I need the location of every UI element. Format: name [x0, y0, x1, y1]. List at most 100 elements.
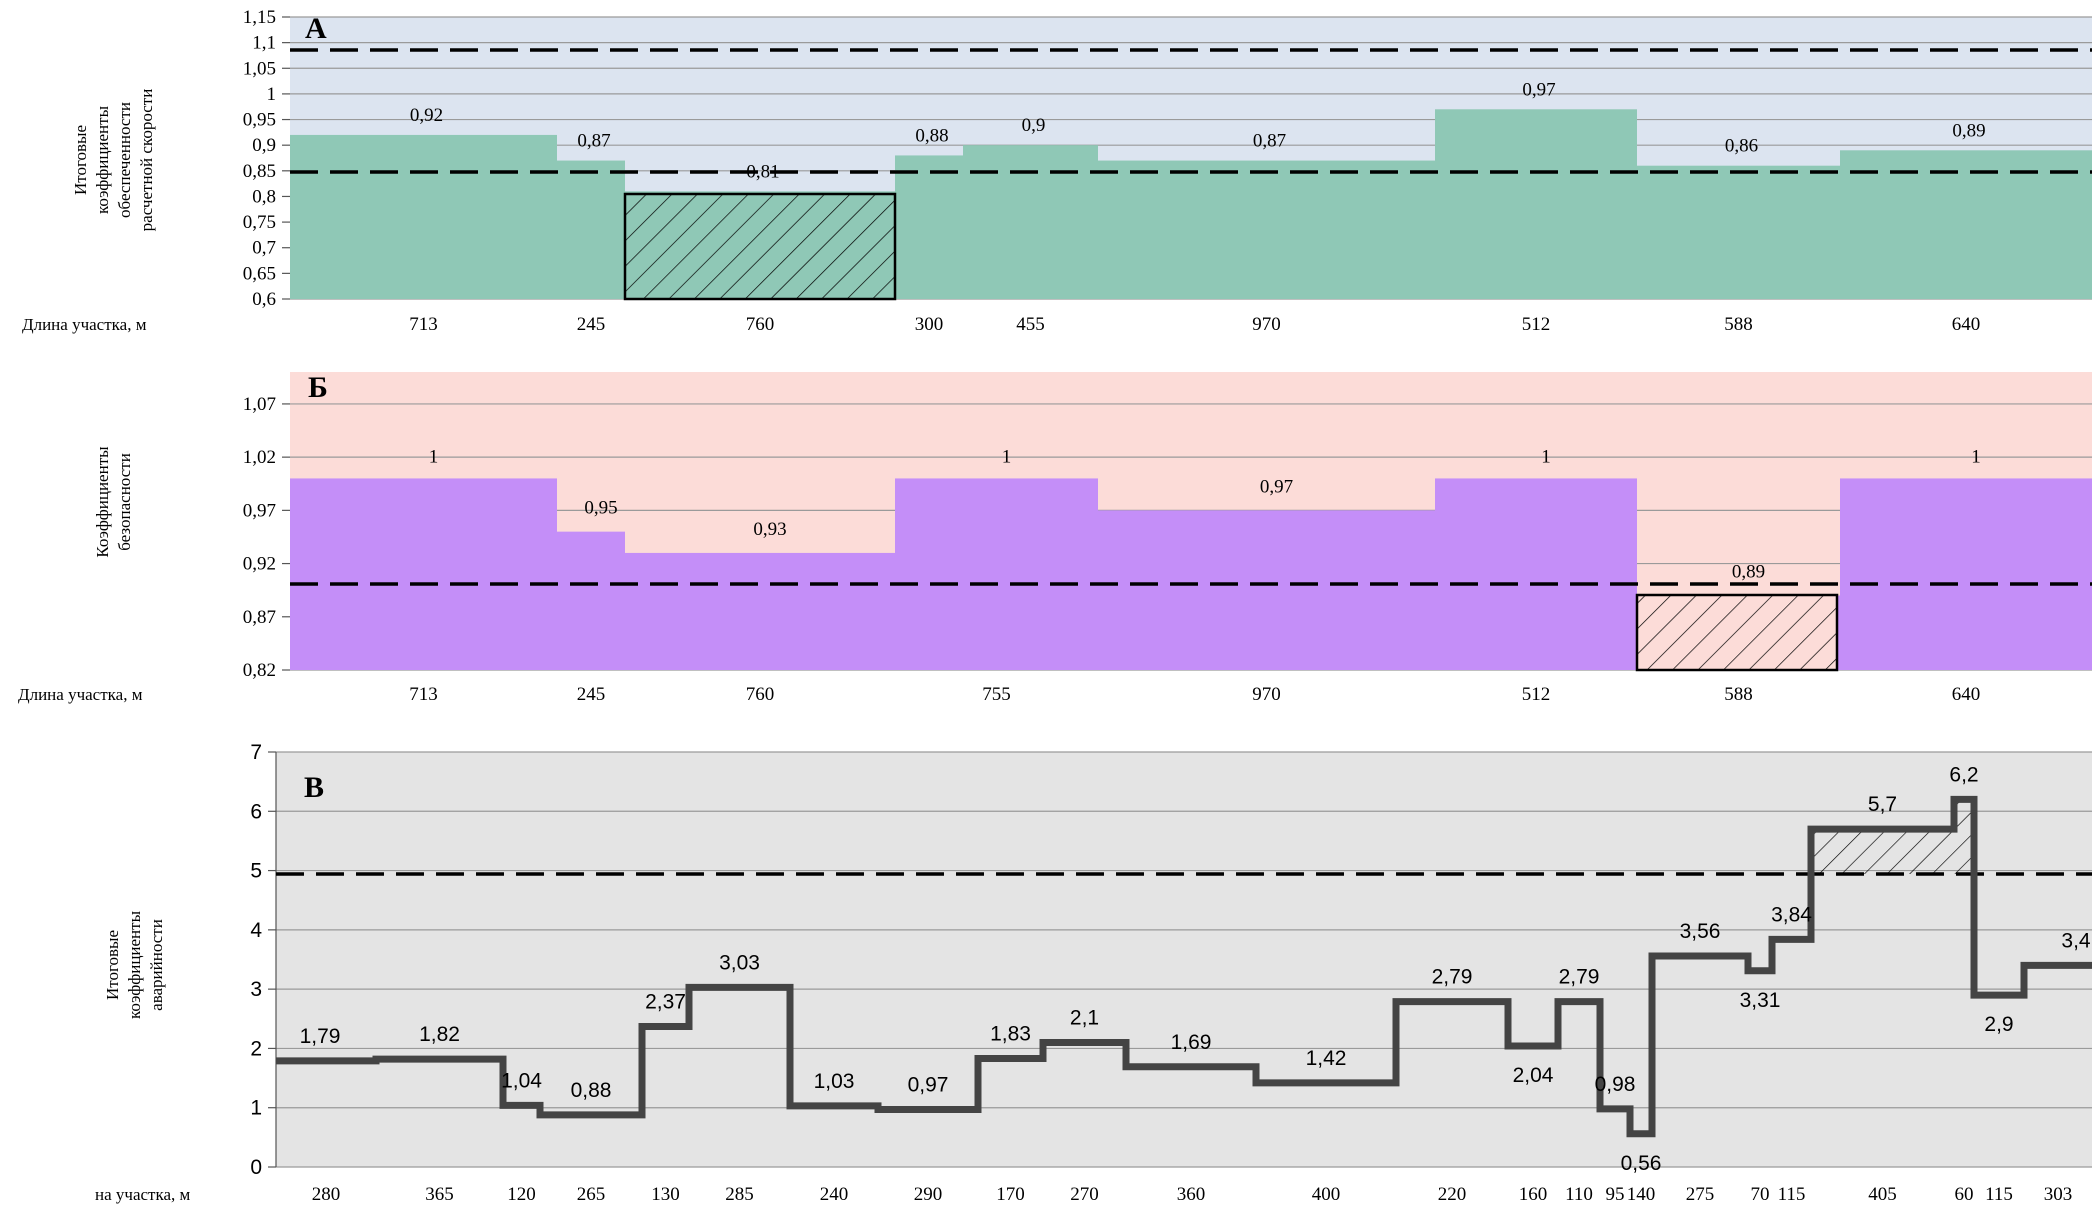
panel-b-x-tick-label: 760	[746, 684, 775, 705]
panel-b-data-label: 1	[1541, 446, 1551, 467]
panel-c-y-tick-label: 2	[250, 1037, 262, 1060]
panel-a-bar	[963, 145, 1098, 299]
panel-b-bar	[625, 552, 895, 670]
panel-a-bar	[895, 155, 963, 299]
panel-c-y-tick-label: 0	[250, 1156, 262, 1179]
panel-b-x-tick-label: 970	[1252, 684, 1281, 705]
panel-c-x-tick-label: 110	[1565, 1184, 1593, 1205]
panel-a-x-tick-label: 713	[409, 314, 438, 335]
panel-c-y-label-line: аварийности	[147, 919, 166, 1011]
panel-a-x-ticks: 713 245 760 300 455 970 512 588 640	[409, 314, 1980, 335]
panel-b-y-tick-label: 1,07	[243, 394, 276, 415]
panel-c-data-label: 6,2	[1949, 763, 1978, 786]
panel-a-data-label: 0,88	[915, 125, 948, 146]
panel-b-y-tick-label: 0,92	[243, 554, 276, 575]
panel-c-data-label: 0,56	[1621, 1152, 1662, 1175]
panel-c-x-label: на участка, м	[95, 1185, 191, 1204]
panel-c-data-label: 3,56	[1680, 920, 1721, 943]
panel-b-x-ticks: 713 245 760 755 970 512 588 640	[409, 684, 1980, 705]
panel-a-y-tick-label: 0,75	[243, 212, 276, 233]
panel-a-bar	[1637, 165, 1840, 299]
panel-c-data-label: 3,84	[1771, 903, 1812, 926]
panel-c-x-tick-label: 240	[820, 1184, 849, 1205]
panel-b-chart: 1 0,95 0,93 1 0,97 1 0,89 1 0,82 0,87 0,92 0,97 1,0…	[18, 371, 2092, 705]
panel-b-x-tick-label: 713	[409, 684, 438, 705]
panel-b-hatched-box	[1635, 593, 1839, 672]
panel-a-data-label: 0,81	[746, 161, 779, 182]
chart-figure: 0,920,870,810,88 0,90,870,970,860,89 0,60…	[18, 7, 2092, 1205]
panel-a-y-tick-label: 0,6	[252, 289, 276, 310]
panel-c-x-tick-label: 115	[1778, 1184, 1806, 1205]
panel-c-y-label-line: Итоговые	[103, 930, 122, 1000]
panel-c-y-tick-label: 7	[250, 741, 262, 764]
panel-b-x-label: Длина участка, м	[18, 685, 143, 704]
panel-c-x-tick-label: 115	[1985, 1184, 2013, 1205]
panel-b-bar	[1840, 478, 2092, 670]
panel-c-x-tick-label: 270	[1070, 1184, 1099, 1205]
panel-b-data-label: 0,97	[1260, 476, 1293, 497]
panel-b-x-tick-label: 640	[1952, 684, 1981, 705]
panel-c-data-label: 5,7	[1868, 793, 1897, 816]
panel-a-y-tick-label: 1,1	[252, 33, 276, 54]
panel-a-x-tick-label: 760	[746, 314, 775, 335]
panel-a-y-tick-label: 0,85	[243, 161, 276, 182]
panel-c-data-label: 2,37	[645, 990, 686, 1013]
panel-a-data-label: 0,86	[1725, 136, 1758, 157]
panel-b-data-label: 1	[429, 446, 439, 467]
panel-a-y-ticks: 0,6 0,65 0,7 0,75 0,8 0,85 0,9 0,95 1 1,05 1,1 1,15	[243, 7, 290, 310]
panel-a-x-tick-label: 970	[1252, 314, 1281, 335]
panel-c-plot-area	[276, 752, 2092, 1167]
panel-b-x-tick-label: 512	[1522, 684, 1551, 705]
panel-b-data-label: 0,95	[584, 498, 617, 519]
panel-c-data-label: 0,88	[571, 1079, 612, 1102]
panel-a-y-label-line: расчетной скорости	[137, 89, 156, 232]
panel-b-x-tick-label: 245	[577, 684, 606, 705]
panel-c-data-label: 1,04	[501, 1069, 542, 1092]
panel-b-data-label: 0,93	[753, 519, 786, 540]
panel-a-bar	[1435, 109, 1637, 299]
panel-c-y-ticks: 0 1 2 3 4 5 6 7	[250, 741, 276, 1179]
panel-c-x-tick-label: 405	[1868, 1184, 1897, 1205]
panel-b-bar	[1435, 478, 1637, 670]
panel-a-x-tick-label: 300	[915, 314, 944, 335]
panel-b-y-tick-label: 0,97	[243, 500, 276, 521]
panel-a-y-tick-label: 0,8	[252, 186, 276, 207]
panel-c-data-label: 0,98	[1595, 1073, 1636, 1096]
panel-a-x-tick-label: 512	[1522, 314, 1551, 335]
panel-c-x-tick-label: 365	[425, 1184, 454, 1205]
panel-c-data-label: 1,03	[814, 1070, 855, 1093]
panel-c-data-label: 3,4	[2061, 929, 2091, 952]
panel-c-x-tick-label: 220	[1438, 1184, 1467, 1205]
panel-b-data-label: 1	[1002, 446, 1012, 467]
panel-a-chart: 0,920,870,810,88 0,90,870,970,860,89 0,60…	[22, 7, 2092, 335]
panel-c-data-label: 2,9	[1984, 1013, 2013, 1036]
panel-a-y-tick-label: 1,15	[243, 7, 276, 28]
panel-a-x-tick-label: 588	[1724, 314, 1753, 335]
panel-b-bar	[895, 478, 1098, 670]
panel-a-y-tick-label: 1	[267, 84, 277, 105]
panel-c-letter: В	[304, 771, 324, 804]
panel-c-x-tick-label: 160	[1519, 1184, 1548, 1205]
panel-c-data-label: 2,04	[1513, 1064, 1554, 1087]
panel-b-y-ticks: 0,82 0,87 0,92 0,97 1,02 1,07	[243, 394, 290, 681]
panel-a-y-label-line: обеспеченности	[115, 102, 134, 218]
panel-c-data-label: 2,79	[1559, 966, 1600, 989]
panel-a-bar	[1098, 160, 1435, 299]
panel-b-data-label: 0,89	[1732, 562, 1765, 583]
panel-b-letter: Б	[308, 371, 328, 404]
panel-c-x-tick-label: 303	[2044, 1184, 2073, 1205]
panel-a-data-label: 0,97	[1522, 79, 1555, 100]
panel-c-y-label-line: коэффициенты	[125, 910, 144, 1019]
panel-c-x-tick-label: 280	[312, 1184, 341, 1205]
panel-a-y-tick-label: 0,95	[243, 110, 276, 131]
panel-c-y-label: Итоговые коэффициенты аварийности	[103, 910, 166, 1019]
panel-a-data-label: 0,9	[1022, 115, 1046, 136]
panel-b-x-tick-label: 588	[1724, 684, 1753, 705]
panel-c-x-tick-label: 265	[577, 1184, 606, 1205]
panel-b-y-label-line: безопасности	[115, 453, 134, 551]
panel-c-x-tick-label: 290	[914, 1184, 943, 1205]
panel-c-data-label: 1,82	[419, 1023, 460, 1046]
panel-a-y-label: Итоговые коэффициенты обеспеченности расчет…	[71, 89, 156, 232]
panel-c-y-tick-label: 3	[250, 978, 262, 1001]
panel-c-data-label: 1,83	[990, 1023, 1031, 1046]
